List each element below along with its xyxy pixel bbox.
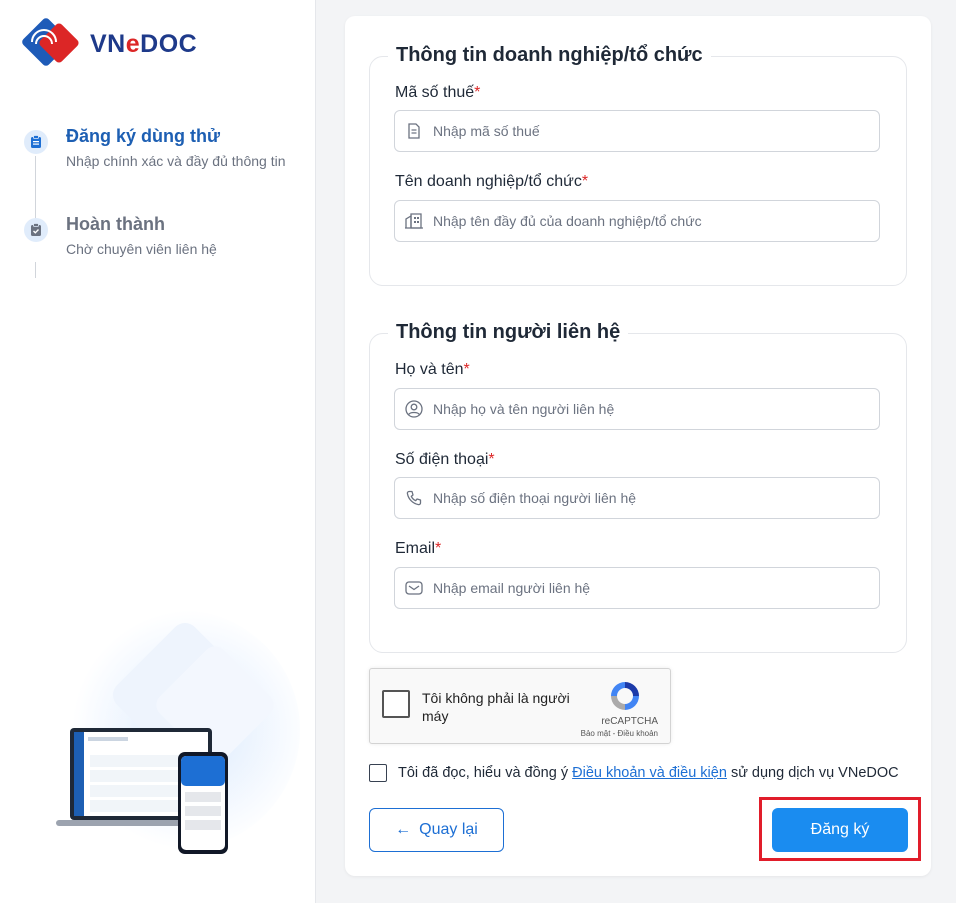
user-icon: [405, 400, 423, 418]
envelope-icon: [405, 579, 423, 597]
terms-link[interactable]: Điều khoản và điều kiện: [572, 765, 727, 781]
terms-agreement: Tôi đã đọc, hiểu và đồng ý Điều khoản và…: [369, 764, 899, 782]
tax-code-field[interactable]: [394, 110, 880, 152]
logo[interactable]: VNeDOC: [18, 18, 197, 70]
business-info-section: Thông tin doanh nghiệp/tổ chức Mã số thu…: [369, 40, 907, 286]
recaptcha-checkbox[interactable]: [382, 690, 410, 718]
arrow-left-icon: ←: [395, 821, 412, 838]
register-button[interactable]: Đăng ký: [772, 808, 908, 852]
logo-text: VNeDOC: [90, 29, 198, 58]
step-title: Đăng ký dùng thử: [66, 126, 221, 146]
step-register: Đăng ký dùng thử Nhập chính xác và đầy đ…: [22, 124, 302, 172]
terms-checkbox[interactable]: [369, 764, 387, 782]
contact-info-section: Thông tin người liên hệ Họ và tên* Số đi…: [369, 317, 907, 653]
building-icon: [405, 212, 423, 230]
step-complete: Hoàn thành Chờ chuyên viên liên hệ: [22, 212, 302, 260]
company-name-field[interactable]: [394, 200, 880, 242]
full-name-input[interactable]: [431, 400, 875, 418]
tax-code-input[interactable]: [431, 122, 875, 140]
full-name-field[interactable]: [394, 388, 880, 430]
terms-text: Tôi đã đọc, hiểu và đồng ý Điều khoản và…: [398, 765, 899, 781]
sidebar: VNeDOC Đăng ký dùng thử Nhập chính xác v…: [0, 0, 316, 903]
step-connector: [35, 262, 36, 278]
full-name-label: Họ và tên*: [395, 361, 470, 378]
registration-form: Thông tin doanh nghiệp/tổ chức Mã số thu…: [345, 16, 931, 876]
email-input[interactable]: [431, 579, 875, 597]
document-icon: [405, 122, 423, 140]
clipboard-check-icon: [24, 218, 48, 242]
phone-field[interactable]: [394, 477, 880, 519]
phone-label: Số điện thoại*: [395, 451, 495, 468]
section-title: Thông tin người liên hệ: [388, 317, 629, 347]
recaptcha-logo-icon: [611, 682, 639, 710]
recaptcha-brand: reCAPTCHA: [601, 716, 658, 727]
phone-icon: [405, 489, 423, 507]
devices-illustration: [56, 610, 300, 854]
recaptcha-text: Tôi không phải là người máy: [422, 690, 570, 724]
step-subtitle: Chờ chuyên viên liên hệ: [66, 241, 217, 257]
email-field[interactable]: [394, 567, 880, 609]
back-button[interactable]: ← Quay lại: [369, 808, 504, 852]
step-title: Hoàn thành: [66, 214, 165, 234]
tax-code-label: Mã số thuế*: [395, 84, 481, 101]
back-button-label: Quay lại: [419, 821, 478, 838]
company-name-label: Tên doanh nghiệp/tổ chức*: [395, 173, 589, 190]
recaptcha-links[interactable]: Bảo mật - Điều khoản: [581, 729, 658, 738]
company-name-input[interactable]: [431, 212, 875, 230]
email-label: Email*: [395, 540, 442, 557]
register-button-label: Đăng ký: [810, 821, 870, 838]
phone-input[interactable]: [431, 489, 875, 507]
section-title: Thông tin doanh nghiệp/tổ chức: [388, 40, 711, 70]
vnedoc-logo-icon: [22, 18, 79, 66]
steps: Đăng ký dùng thử Nhập chính xác và đầy đ…: [22, 124, 302, 260]
clipboard-icon: [24, 130, 48, 154]
step-subtitle: Nhập chính xác và đầy đủ thông tin: [66, 153, 286, 169]
recaptcha-widget: Tôi không phải là người máy reCAPTCHA Bả…: [369, 668, 671, 744]
